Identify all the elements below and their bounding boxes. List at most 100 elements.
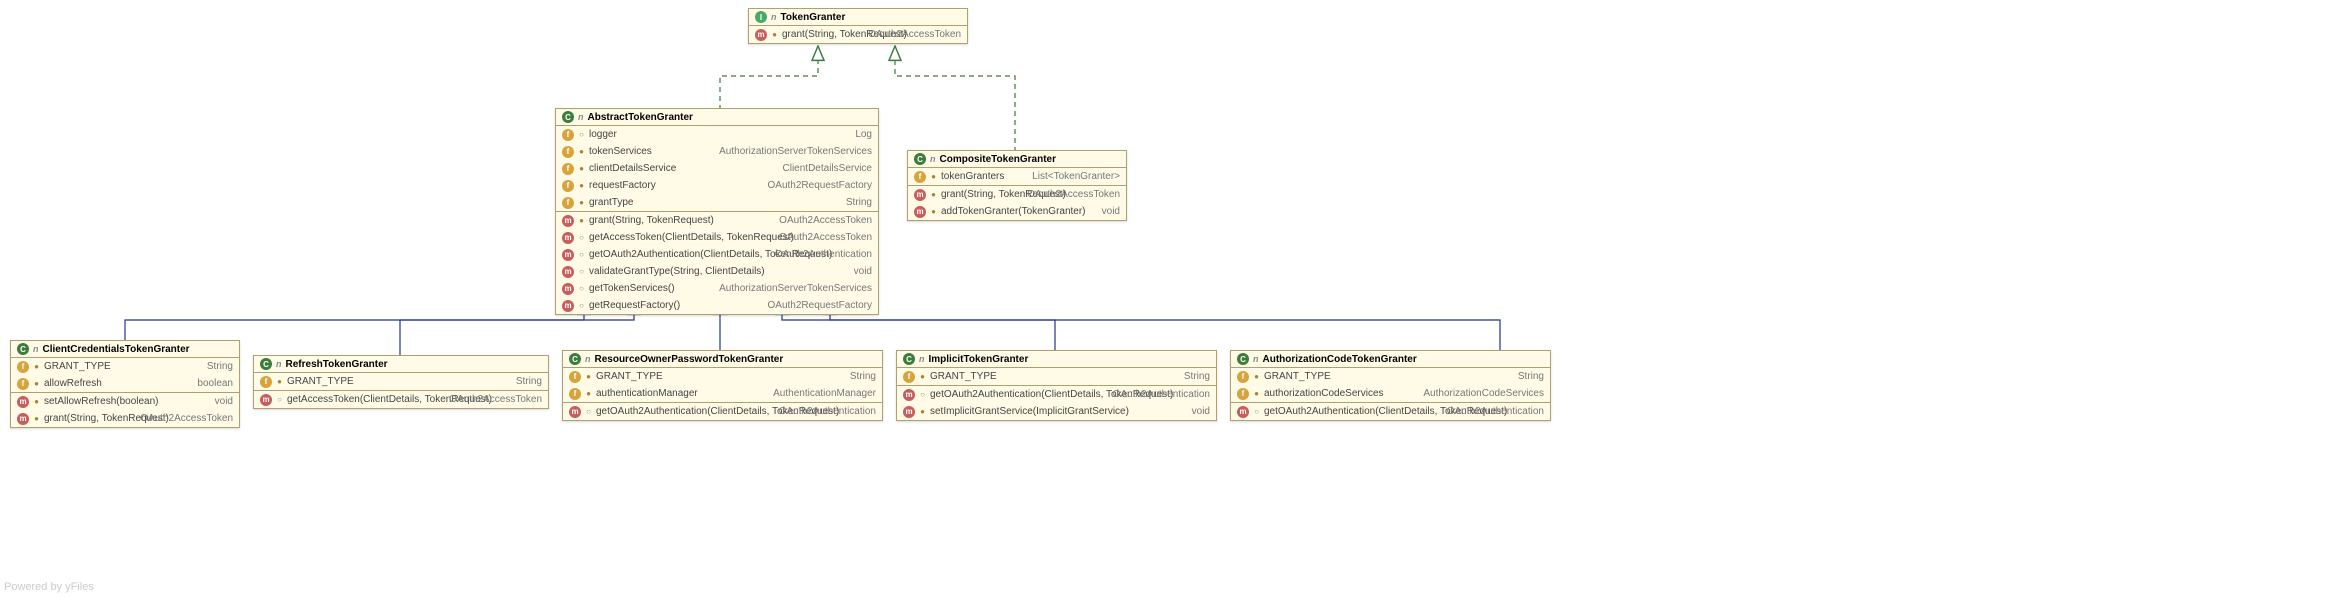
class-name: TokenGranter: [781, 12, 846, 23]
member-type: List<TokenGranter>: [1032, 169, 1120, 184]
field-row: f●tokenServicesAuthorizationServerTokenS…: [556, 143, 878, 160]
class-name: AuthorizationCodeTokenGranter: [1263, 354, 1417, 365]
member-type: String: [516, 374, 542, 389]
visibility-lock-icon: ●: [577, 164, 586, 173]
abstract-marker-icon: n: [930, 154, 936, 164]
visibility-lock-icon: ●: [577, 216, 586, 225]
field-icon: f: [17, 361, 29, 373]
field-row: f○loggerLog: [556, 126, 878, 143]
visibility-lock-icon: ●: [32, 397, 41, 406]
methods-section: m●grant(String, TokenRequest)OAuth2Acces…: [908, 186, 1126, 220]
method-icon: m: [562, 300, 574, 312]
field-row: f●GRANT_TYPEString: [11, 358, 239, 375]
member-type: String: [1184, 369, 1210, 384]
member-type: OAuth2AccessToken: [140, 411, 233, 426]
fields-section: f●GRANT_TYPEString: [254, 373, 548, 391]
abstract-marker-icon: n: [1253, 354, 1259, 364]
field-icon: f: [1237, 388, 1249, 400]
class-icon: C: [17, 343, 29, 355]
method-icon: m: [1237, 406, 1249, 418]
member-name: allowRefresh: [44, 376, 102, 391]
method-row: m○getOAuth2Authentication(ClientDetails,…: [563, 403, 882, 420]
member-name: getRequestFactory(): [589, 298, 680, 313]
abstract-marker-icon: n: [578, 112, 584, 122]
visibility-lock-icon: ●: [929, 190, 938, 199]
member-name: GRANT_TYPE: [287, 374, 354, 389]
visibility-open-icon: ○: [577, 267, 586, 276]
class-client-credentials-token-granter[interactable]: C n ClientCredentialsTokenGranter f●GRAN…: [10, 340, 240, 428]
method-row: m○validateGrantType(String, ClientDetail…: [556, 263, 878, 280]
visibility-lock-icon: ●: [275, 377, 284, 386]
class-header: C n RefreshTokenGranter: [254, 356, 548, 373]
method-icon: m: [903, 389, 915, 401]
abstract-marker-icon: n: [771, 12, 777, 22]
field-icon: f: [562, 180, 574, 192]
methods-section: m○getOAuth2Authentication(ClientDetails,…: [1231, 403, 1550, 420]
field-row: f●allowRefreshboolean: [11, 375, 239, 392]
visibility-open-icon: ○: [584, 407, 593, 416]
member-type: void: [854, 264, 872, 279]
class-implicit-token-granter[interactable]: C n ImplicitTokenGranter f●GRANT_TYPEStr…: [896, 350, 1217, 421]
member-type: OAuth2RequestFactory: [768, 178, 873, 193]
class-refresh-token-granter[interactable]: C n RefreshTokenGranter f●GRANT_TYPEStri…: [253, 355, 549, 409]
method-row: m●grant(String, TokenRequest)OAuth2Acces…: [11, 410, 239, 427]
member-name: GRANT_TYPE: [596, 369, 663, 384]
method-icon: m: [260, 394, 272, 406]
member-name: setImplicitGrantService(ImplicitGrantSer…: [930, 404, 1129, 419]
field-icon: f: [903, 371, 915, 383]
class-icon: C: [914, 153, 926, 165]
method-row: m●addTokenGranter(TokenGranter)void: [908, 203, 1126, 220]
class-icon: C: [260, 358, 272, 370]
class-token-granter[interactable]: I n TokenGranter m●grant(String, TokenRe…: [748, 8, 968, 44]
visibility-lock-icon: ●: [577, 198, 586, 207]
connector-lines: [0, 0, 2326, 597]
fields-section: f●tokenGrantersList<TokenGranter>: [908, 168, 1126, 186]
visibility-lock-icon: ●: [577, 181, 586, 190]
field-icon: f: [914, 171, 926, 183]
member-type: OAuth2AccessToken: [1027, 187, 1120, 202]
member-name: clientDetailsService: [589, 161, 676, 176]
class-header: C n ClientCredentialsTokenGranter: [11, 341, 239, 358]
method-row: m○getOAuth2Authentication(ClientDetails,…: [897, 386, 1216, 403]
visibility-open-icon: ○: [918, 390, 927, 399]
member-name: validateGrantType(String, ClientDetails): [589, 264, 765, 279]
class-icon: C: [903, 353, 915, 365]
field-icon: f: [562, 197, 574, 209]
visibility-lock-icon: ●: [1252, 372, 1261, 381]
member-type: OAuth2AccessToken: [868, 27, 961, 42]
visibility-lock-icon: ●: [584, 372, 593, 381]
method-row: m●setAllowRefresh(boolean)void: [11, 393, 239, 410]
visibility-open-icon: ○: [577, 250, 586, 259]
member-type: OAuth2AccessToken: [779, 230, 872, 245]
method-icon: m: [562, 232, 574, 244]
member-name: grant(String, TokenRequest): [589, 213, 714, 228]
class-name: ImplicitTokenGranter: [929, 354, 1029, 365]
method-icon: m: [755, 29, 767, 41]
visibility-lock-icon: ●: [584, 389, 593, 398]
visibility-lock-icon: ●: [918, 372, 927, 381]
abstract-marker-icon: n: [33, 344, 39, 354]
field-row: f●clientDetailsServiceClientDetailsServi…: [556, 160, 878, 177]
class-resource-owner-password-token-granter[interactable]: C n ResourceOwnerPasswordTokenGranter f●…: [562, 350, 883, 421]
fields-section: f●GRANT_TYPEString: [897, 368, 1216, 386]
visibility-lock-icon: ●: [32, 379, 41, 388]
member-type: OAuth2AccessToken: [779, 213, 872, 228]
visibility-lock-icon: ●: [929, 172, 938, 181]
member-type: boolean: [197, 376, 233, 391]
field-row: f●requestFactoryOAuth2RequestFactory: [556, 177, 878, 194]
methods-section: m●grant(String, TokenRequest)OAuth2Acces…: [749, 26, 967, 43]
member-type: AuthorizationServerTokenServices: [719, 144, 872, 159]
member-type: void: [215, 394, 233, 409]
method-row: m○getTokenServices()AuthorizationServerT…: [556, 280, 878, 297]
class-name: CompositeTokenGranter: [940, 154, 1057, 165]
member-type: OAuth2Authentication: [775, 247, 872, 262]
visibility-open-icon: ○: [577, 284, 586, 293]
field-row: f●tokenGrantersList<TokenGranter>: [908, 168, 1126, 185]
class-authorization-code-token-granter[interactable]: C n AuthorizationCodeTokenGranter f●GRAN…: [1230, 350, 1551, 421]
class-abstract-token-granter[interactable]: C n AbstractTokenGranter f○loggerLogf●to…: [555, 108, 879, 315]
member-name: setAllowRefresh(boolean): [44, 394, 159, 409]
methods-section: m●grant(String, TokenRequest)OAuth2Acces…: [556, 212, 878, 314]
class-composite-token-granter[interactable]: C n CompositeTokenGranter f●tokenGranter…: [907, 150, 1127, 221]
member-type: AuthorizationServerTokenServices: [719, 281, 872, 296]
member-type: AuthenticationManager: [773, 386, 876, 401]
